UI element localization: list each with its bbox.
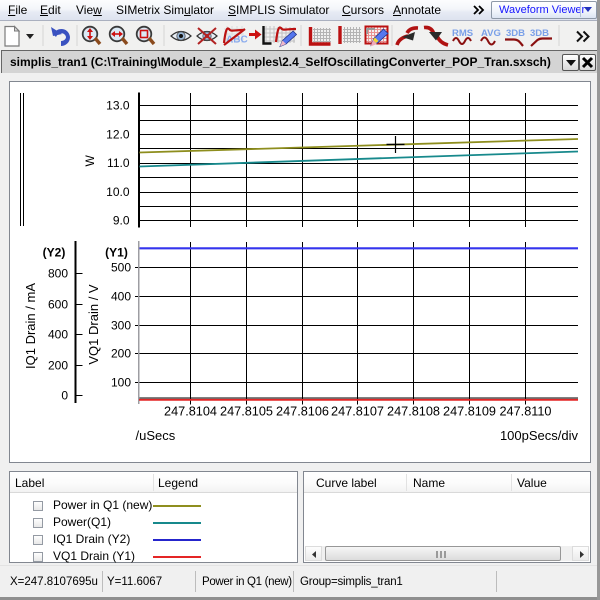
svg-text:247.8105: 247.8105 xyxy=(220,405,273,419)
svg-text:200: 200 xyxy=(111,347,131,361)
svg-text:100: 100 xyxy=(111,376,131,390)
svg-text:3DB: 3DB xyxy=(506,28,525,39)
svg-text:13.0: 13.0 xyxy=(106,99,130,113)
svg-text:9.0: 9.0 xyxy=(113,214,130,228)
svg-text:500: 500 xyxy=(111,261,131,275)
svg-text:100pSecs/div: 100pSecs/div xyxy=(500,428,579,443)
svg-text:247.8104: 247.8104 xyxy=(164,405,217,419)
svg-text:11.0: 11.0 xyxy=(107,156,130,170)
svg-text:(Y1): (Y1) xyxy=(105,246,128,260)
svg-text:IQ1 Drain / mA: IQ1 Drain / mA xyxy=(23,283,38,369)
svg-text:200: 200 xyxy=(48,359,68,373)
svg-text:800: 800 xyxy=(48,267,68,281)
svg-text:/uSecs: /uSecs xyxy=(136,428,176,443)
svg-text:300: 300 xyxy=(111,319,131,333)
svg-text:400: 400 xyxy=(111,290,131,304)
svg-text:W: W xyxy=(83,155,97,167)
svg-text:VQ1 Drain / V: VQ1 Drain / V xyxy=(86,284,101,365)
svg-text:600: 600 xyxy=(48,298,68,312)
svg-text:247.8109: 247.8109 xyxy=(443,405,496,419)
svg-text:0: 0 xyxy=(61,389,68,403)
svg-text:10.0: 10.0 xyxy=(106,185,130,199)
svg-text:(Y2): (Y2) xyxy=(43,246,66,260)
svg-text:247.8106: 247.8106 xyxy=(276,405,329,419)
svg-text:247.8107: 247.8107 xyxy=(331,405,384,419)
svg-text:247.8110: 247.8110 xyxy=(500,405,552,419)
svg-text:3DB: 3DB xyxy=(530,28,549,39)
svg-text:400: 400 xyxy=(48,328,68,342)
svg-text:247.8108: 247.8108 xyxy=(387,405,440,419)
svg-text:12.0: 12.0 xyxy=(106,127,130,141)
